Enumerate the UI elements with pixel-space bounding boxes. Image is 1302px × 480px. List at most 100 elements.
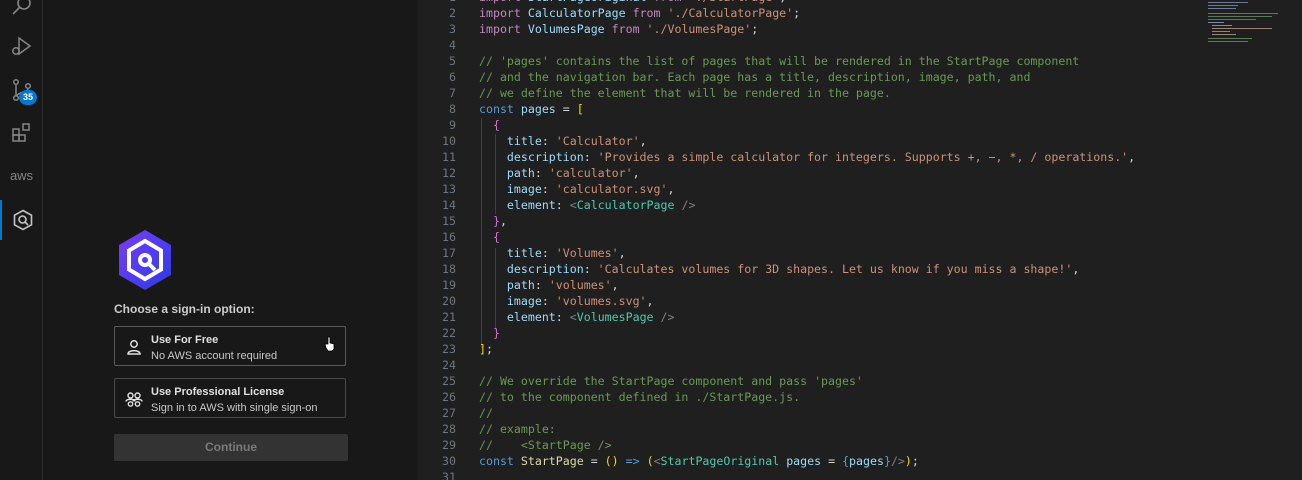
code-token: 'Calculates volumes for 3D shapes. Let u… [597,262,1073,276]
line-number: 21 [442,310,456,324]
code-text: element: <VolumesPage /> [479,309,675,325]
code-line[interactable]: 10 title: 'Calculator', [418,133,1302,149]
code-line[interactable]: 13 image: 'calculator.svg', [418,181,1302,197]
line-number: 8 [449,102,456,116]
code-token: 'calculator.svg' [555,182,668,196]
code-token: import [479,6,528,20]
code-token: VolumesPage [576,310,654,324]
code-line[interactable]: 5 // 'pages' contains the list of pages t… [418,53,1302,69]
code-text: title: 'Calculator', [479,133,647,149]
code-token: image [506,182,542,196]
code-line[interactable]: 21 element: <VolumesPage /> [418,309,1302,325]
code-line[interactable]: 8 const pages = [ [418,101,1302,117]
code-token: // example: [479,422,556,436]
code-line[interactable]: 19 path: 'volumes', [418,277,1302,293]
code-token: = [555,102,577,116]
line-number: 11 [442,150,456,164]
code-token: /> [653,310,675,324]
code-line[interactable]: 2 import CalculatorPage from './Calculato… [418,5,1302,21]
line-number: 7 [449,86,456,100]
activity-bar: 35 aws [0,0,43,480]
person-icon [127,340,141,355]
search-icon[interactable] [0,0,43,26]
code-token: image [506,294,542,308]
option-title: Use Professional License [151,386,285,398]
code-token: description [506,150,584,164]
code-token: CalculatorPage [576,198,675,212]
code-text: description: 'Provides a simple calculat… [479,149,1135,165]
use-for-free-option[interactable]: Use For Free No AWS account required [114,326,346,366]
aws-label: aws [9,167,34,183]
code-token: from [604,22,647,36]
code-line[interactable]: 14 element: <CalculatorPage /> [418,197,1302,213]
code-token: /> [674,198,696,212]
option-title: Use For Free [151,334,219,346]
code-line[interactable]: 12 path: 'calculator', [418,165,1302,181]
codewhisperer-icon[interactable] [0,200,43,240]
code-text: }, [479,213,507,229]
code-token: = [821,454,843,468]
code-token: // 'pages' contains the list of pages th… [479,54,1080,68]
code-token: './VolumesPage' [646,22,752,36]
line-number: 15 [442,214,456,228]
code-editor[interactable]: 1import StartPageOriginal from './StartP… [418,0,1302,480]
code-token: ; [793,6,801,20]
continue-button[interactable]: Continue [114,434,348,461]
line-number: 13 [442,182,456,196]
code-line[interactable]: 23]; [418,341,1302,357]
code-token: pages [849,454,884,468]
code-text: // we define the element that will be re… [479,85,891,101]
code-token: from [625,6,668,20]
source-control-icon[interactable] [0,70,43,110]
code-line[interactable]: 24 [418,357,1302,373]
code-line[interactable]: 26 // to the component defined in ./Start… [418,389,1302,405]
code-line[interactable]: 17 title: 'Volumes', [418,245,1302,261]
people-icon [125,392,143,407]
code-token: , [499,214,507,228]
code-token: ; [751,22,759,36]
code-line[interactable]: 7 // we define the element that will be r… [418,85,1302,101]
minimap[interactable] [1208,0,1298,45]
code-token: /> [890,454,905,468]
code-line[interactable]: 25 // We override the StartPage component… [418,373,1302,389]
code-line[interactable]: 20 image: 'volumes.svg', [418,293,1302,309]
code-line[interactable]: 15 }, [418,213,1302,229]
use-professional-license-option[interactable]: Use Professional License Sign in to AWS … [114,378,346,418]
extensions-icon[interactable] [0,113,43,153]
line-number: 10 [442,134,456,148]
code-token: title [506,134,542,148]
code-line[interactable]: 22 } [418,325,1302,341]
code-token: // We override the StartPage component a… [479,374,863,388]
run-debug-icon[interactable] [0,26,43,66]
code-line[interactable]: 11 description: 'Provides a simple calcu… [418,149,1302,165]
code-token: : [555,198,570,212]
code-token: < [569,310,577,324]
aws-icon[interactable]: aws [0,155,43,195]
code-token: CalculatorPage [527,6,626,20]
code-token: VolumesPage [527,22,605,36]
code-token: < [653,454,661,468]
code-text: element: <CalculatorPage /> [479,197,696,213]
code-line[interactable]: 9 { [418,117,1302,133]
code-line[interactable]: 29 // <StartPage /> [418,437,1302,453]
code-token: : [555,310,570,324]
code-line[interactable]: 31 [418,469,1302,480]
code-text: // 'pages' contains the list of pages th… [479,53,1079,69]
code-line[interactable]: 18 description: 'Calculates volumes for … [418,261,1302,277]
code-line[interactable]: 28 // example: [418,421,1302,437]
code-line[interactable]: 27 // [418,405,1302,421]
code-line[interactable]: 3 import VolumesPage from './VolumesPage'… [418,21,1302,37]
code-line[interactable]: 30 const StartPage = () => (<StartPageOri… [418,453,1302,469]
code-line[interactable]: 16 { [418,229,1302,245]
code-line[interactable]: 4 [418,37,1302,53]
code-line[interactable]: 6 // and the navigation bar. Each page ha… [418,69,1302,85]
